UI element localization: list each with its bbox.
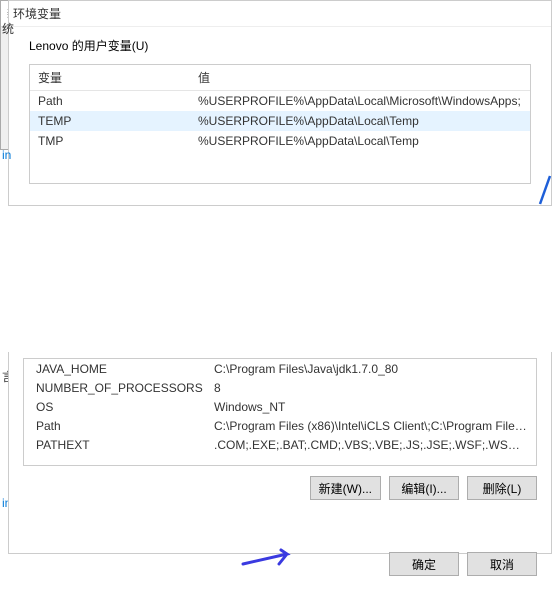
cell-var: NUMBER_OF_PROCESSORS xyxy=(24,379,206,397)
cell-var: TEMP xyxy=(30,112,190,130)
side-text: 统 xyxy=(2,20,14,37)
delete-button[interactable]: 删除(L) xyxy=(467,476,537,500)
cell-var: Path xyxy=(30,92,190,110)
table-body: Path %USERPROFILE%\AppData\Local\Microso… xyxy=(30,91,530,151)
cell-var: TMP xyxy=(30,132,190,150)
cell-val: C:\Program Files\Java\jdk1.7.0_80 xyxy=(206,360,536,378)
cancel-button[interactable]: 取消 xyxy=(467,552,537,576)
edit-button[interactable]: 编辑(I)... xyxy=(389,476,459,500)
cell-val: 8 xyxy=(206,379,536,397)
cell-val: C:\Program Files (x86)\Intel\iCLS Client… xyxy=(206,417,536,435)
sys-crud-buttons: 新建(W)... 编辑(I)... 删除(L) xyxy=(9,466,551,500)
sys-vars-section: JAVA_HOME C:\Program Files\Java\jdk1.7.0… xyxy=(8,352,552,554)
env-title: 环境变量 xyxy=(13,5,547,22)
table-header: 变量 值 xyxy=(30,65,530,91)
col-variable[interactable]: 变量 xyxy=(30,65,190,90)
user-vars-table[interactable]: 变量 值 Path %USERPROFILE%\AppData\Local\Mi… xyxy=(29,64,531,184)
sys-confirm-buttons: 确定 取消 xyxy=(9,500,551,590)
cell-var: Path xyxy=(24,417,206,435)
table-row[interactable]: TEMP %USERPROFILE%\AppData\Local\Temp xyxy=(30,111,530,131)
new-button[interactable]: 新建(W)... xyxy=(310,476,381,500)
table-row[interactable]: TMP %USERPROFILE%\AppData\Local\Temp xyxy=(30,131,530,151)
table-row[interactable]: Path %USERPROFILE%\AppData\Local\Microso… xyxy=(30,91,530,111)
env-vars-dialog: 环境变量 Lenovo 的用户变量(U) 变量 值 Path %USERPROF… xyxy=(8,0,552,206)
ok-button[interactable]: 确定 xyxy=(389,552,459,576)
table-row[interactable]: PATHEXT .COM;.EXE;.BAT;.CMD;.VBS;.VBE;.J… xyxy=(24,435,536,454)
table-row[interactable]: Path C:\Program Files (x86)\Intel\iCLS C… xyxy=(24,416,536,435)
table-row[interactable]: OS Windows_NT xyxy=(24,397,536,416)
col-value[interactable]: 值 xyxy=(190,65,530,90)
cell-val: %USERPROFILE%\AppData\Local\Temp xyxy=(190,132,530,150)
cell-val: .COM;.EXE;.BAT;.CMD;.VBS;.VBE;.JS;.JSE;.… xyxy=(206,436,536,454)
sys-table-body: JAVA_HOME C:\Program Files\Java\jdk1.7.0… xyxy=(24,359,536,454)
table-row[interactable]: JAVA_HOME C:\Program Files\Java\jdk1.7.0… xyxy=(24,359,536,378)
decorative-stroke xyxy=(538,172,554,206)
table-row[interactable]: NUMBER_OF_PROCESSORS 8 xyxy=(24,378,536,397)
cell-val: Windows_NT xyxy=(206,398,536,416)
cell-val: %USERPROFILE%\AppData\Local\Temp xyxy=(190,112,530,130)
cell-var: PATHEXT xyxy=(24,436,206,454)
sys-vars-table[interactable]: JAVA_HOME C:\Program Files\Java\jdk1.7.0… xyxy=(23,358,537,466)
side-text: in xyxy=(2,148,11,162)
env-titlebar: 环境变量 xyxy=(9,1,551,27)
cell-var: JAVA_HOME xyxy=(24,360,206,378)
cell-val: %USERPROFILE%\AppData\Local\Microsoft\Wi… xyxy=(190,92,530,110)
cell-var: OS xyxy=(24,398,206,416)
arrow-icon xyxy=(239,548,299,570)
user-vars-label: Lenovo 的用户变量(U) xyxy=(9,27,551,60)
